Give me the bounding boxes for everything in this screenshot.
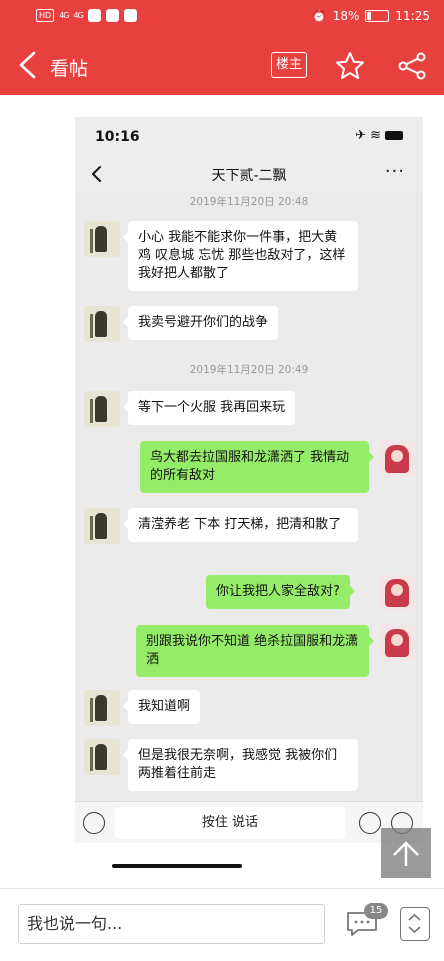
chevron-left-icon[interactable] [14, 48, 44, 82]
message-bubble: 清滢养老 下本 打天梯，把清和散了 [123, 508, 358, 542]
contact-avatar [84, 306, 120, 342]
page-title: 看帖 [50, 58, 89, 80]
chat-title: 天下贰-二飘 [211, 168, 287, 184]
signal-indicator-1: 4G [59, 11, 69, 20]
contact-avatar [84, 690, 120, 726]
message-bubble: 鸟大都去拉国服和龙潇洒了 我情动的所有敌对 [140, 441, 374, 493]
chat-timestamp: 2019年11月20日 20:48 [189, 196, 309, 208]
chat-input-bar: 按住 说话 [75, 801, 423, 843]
chat-header: 天下贰-二飘 ··· [75, 157, 423, 191]
notification-app-icon [87, 9, 101, 22]
hd-indicator: HD [36, 9, 55, 22]
post-image-chat-screenshot[interactable]: 10:16 ✈ ≋ 天下贰-二飘 ··· 2019年11月20日 20:48 小… [75, 117, 423, 843]
arrow-up-icon [393, 841, 419, 866]
message-bubble: 我卖号避开你们的战争 [122, 306, 279, 340]
share-icon[interactable] [396, 50, 428, 82]
app-header: HD 4G 4G ⏰ 18% 11:25 看帖 楼主 [0, 0, 444, 95]
comment-bar: 我也说一句... 15 [0, 888, 444, 961]
more-icon: ··· [384, 161, 405, 182]
ios-status-icons: ✈ ≋ [355, 128, 403, 143]
message-bubble: 等下一个火服 我再回来玩 [122, 391, 296, 425]
chevron-up-down-icon [408, 913, 421, 934]
nav-bar: 看帖 楼主 [0, 34, 444, 95]
own-avatar [379, 625, 415, 661]
clock: 11:25 [395, 9, 430, 23]
comment-count-badge: 15 [364, 903, 388, 919]
ios-battery-icon [385, 131, 403, 140]
signal-indicator-2: 4G [73, 11, 83, 20]
emoji-icon [359, 812, 381, 834]
contact-avatar [84, 391, 120, 427]
chat-timestamp: 2019年11月20日 20:49 [189, 364, 309, 376]
own-avatar [379, 575, 415, 611]
alarm-icon: ⏰ [311, 9, 327, 23]
message-bubble: 你让我把人家全敌对? [206, 575, 355, 609]
status-bar: HD 4G 4G ⏰ 18% 11:25 [0, 0, 444, 34]
message-bubble: 我知道啊 [122, 690, 201, 724]
ios-clock: 10:16 [95, 129, 140, 145]
owner-only-button[interactable]: 楼主 [271, 52, 307, 78]
own-avatar [379, 441, 415, 477]
battery-icon [365, 10, 390, 22]
keyboard-icon [83, 812, 105, 834]
contact-avatar [84, 508, 120, 544]
notification-app-icon-3 [123, 9, 137, 22]
home-indicator [112, 864, 242, 868]
message-bubble: 小心 我能不能求你一件事，把大黄鸡 叹息城 忘忧 那些也敌对了，这样我好把人都散… [123, 221, 358, 291]
hold-to-talk-label: 按住 说话 [115, 807, 345, 839]
battery-percent: 18% [332, 9, 360, 23]
notification-app-icon-2 [105, 9, 119, 22]
comment-input[interactable]: 我也说一句... [18, 904, 325, 944]
page-jump-button[interactable] [400, 907, 430, 941]
message-bubble: 但是我很无奈啊，我感觉 我被你们两推着往前走 [123, 739, 358, 791]
contact-avatar [84, 221, 120, 257]
star-icon[interactable] [334, 50, 366, 82]
message-bubble: 别跟我说你不知道 绝杀拉国服和龙潇洒 [136, 625, 374, 677]
scroll-to-top-button[interactable] [381, 828, 431, 878]
ios-status-bar: 10:16 ✈ ≋ [75, 117, 423, 157]
contact-avatar [84, 739, 120, 775]
